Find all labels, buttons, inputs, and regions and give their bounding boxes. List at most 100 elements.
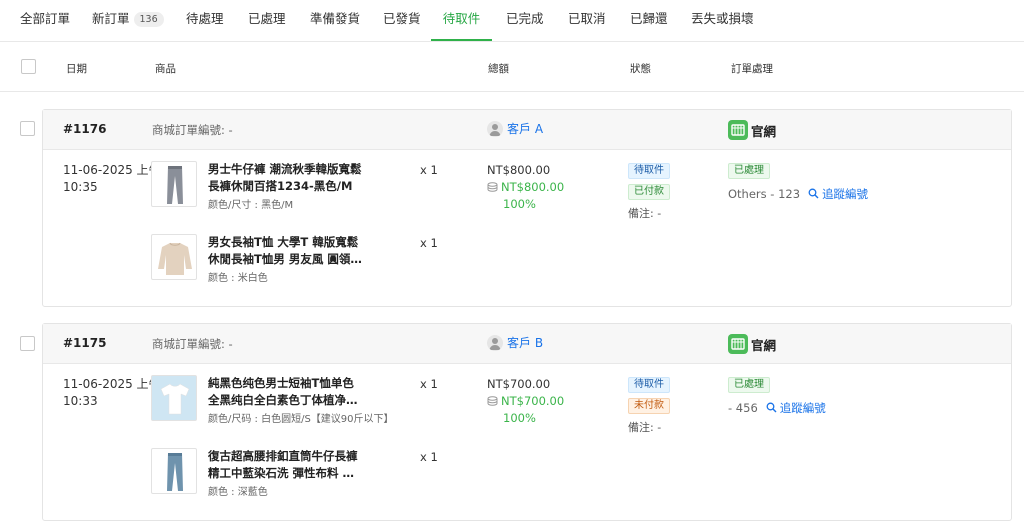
- tab-completed[interactable]: 已完成: [506, 0, 544, 41]
- column-header-status: 狀態: [630, 63, 651, 75]
- shipping-info: - 456 追蹤編號: [728, 400, 826, 416]
- coin-stack-icon: [487, 396, 498, 406]
- coin-stack-icon: [487, 182, 498, 192]
- tab-label: 全部訂單: [20, 11, 71, 26]
- track-number-label: 追蹤編號: [779, 401, 826, 415]
- store-icon: [728, 120, 748, 140]
- shop-channel: 官網: [728, 334, 776, 354]
- product-name[interactable]: 男女長袖T恤 大學T 韓版寬鬆 休閒長袖T恤男 男友風 圓領…: [208, 234, 378, 268]
- order-total: NT$700.00: [487, 377, 551, 391]
- order-note: 備注: -: [628, 421, 662, 434]
- product-quantity: x 1: [420, 450, 438, 464]
- product-thumbnail-blue-jeans[interactable]: [151, 448, 197, 494]
- tab-preparing-shipment[interactable]: 準備發貨: [310, 0, 360, 41]
- column-header-product: 商品: [155, 63, 176, 75]
- order-card: #1176 商城訂單編號: - 客戶 A 官網 11-06-2025 上午 10…: [42, 109, 1012, 307]
- product-name-line1: 男士牛仔褲 潮流秋季韓版寬鬆: [208, 162, 362, 176]
- product-quantity: x 1: [420, 163, 438, 177]
- product-name[interactable]: 復古超高腰排釦直筒牛仔長褲 精工中藍染石洗 彈性布料 …: [208, 448, 378, 482]
- order-card: #1175 商城訂單編號: - 客戶 B 官網 11-06-2025 上午 10…: [42, 323, 1012, 521]
- product-name-line1: 純黑色纯色男士短袖T恤单色: [208, 376, 354, 390]
- shipping-info: Others - 123 追蹤編號: [728, 186, 868, 202]
- mall-order-number: 商城訂單編號: -: [152, 123, 233, 137]
- track-number-link[interactable]: 追蹤編號: [766, 401, 826, 415]
- paid-amount: NT$700.00: [487, 393, 564, 410]
- tab-processed[interactable]: 已處理: [248, 0, 286, 41]
- paid-amount-value: NT$800.00: [501, 180, 565, 194]
- tab-label: 準備發貨: [310, 11, 361, 26]
- tab-cancelled[interactable]: 已取消: [568, 0, 606, 41]
- new-orders-count-badge: 136: [133, 12, 164, 27]
- product-variant: 颜色/尺码 : 白色圆短/S【建议90斤以下】: [208, 414, 394, 425]
- customer-name: 客戶 B: [507, 336, 544, 350]
- status-badge-pickup: 待取件: [628, 377, 670, 393]
- order-total: NT$800.00: [487, 163, 551, 177]
- tab-label: 已發貨: [383, 11, 421, 26]
- product-name[interactable]: 男士牛仔褲 潮流秋季韓版寬鬆 長褲休閒百搭1234-黑色/M: [208, 161, 378, 195]
- order-number[interactable]: #1176: [63, 122, 106, 136]
- order-note: 備注: -: [628, 207, 662, 220]
- tab-label: 已取消: [568, 11, 606, 26]
- track-number-label: 追蹤編號: [822, 187, 869, 201]
- search-icon: [808, 188, 819, 199]
- status-badge-pickup: 待取件: [628, 163, 670, 179]
- product-variant: 颜色/尺寸 : 黑色/M: [208, 200, 294, 211]
- tab-shipped[interactable]: 已發貨: [383, 0, 421, 41]
- order-date: 11-06-2025 上午 10:35: [63, 162, 161, 196]
- status-badge-payment: 未付款: [628, 398, 670, 414]
- tab-label: 待取件: [442, 11, 481, 26]
- product-name-line1: 男女長袖T恤 大學T 韓版寬鬆: [208, 235, 359, 249]
- select-all-checkbox[interactable]: [21, 59, 36, 74]
- tab-label: 已完成: [506, 11, 544, 26]
- product-thumbnail-beige-sweater[interactable]: [151, 234, 197, 280]
- order-amount: NT$700.00 NT$700.00 100%: [487, 376, 564, 427]
- paid-percent: 100%: [503, 197, 536, 211]
- customer-link[interactable]: 客戶 A: [487, 120, 543, 138]
- paid-amount: NT$800.00: [487, 179, 564, 196]
- handled-badge: 已處理: [728, 163, 770, 179]
- product-thumbnail-white-tshirt[interactable]: [151, 375, 197, 421]
- order-date-time: 10:33: [63, 394, 98, 408]
- tab-new-orders[interactable]: 新訂單 136: [92, 0, 164, 41]
- shipping-carrier: - 456: [728, 401, 758, 415]
- tab-pending[interactable]: 待處理: [186, 0, 224, 41]
- product-variant: 颜色 : 深藍色: [208, 487, 268, 498]
- order-number[interactable]: #1175: [63, 336, 106, 350]
- product-name-line2: 全黑纯白全白素色丁体植净…: [208, 393, 358, 407]
- tab-label: 已處理: [248, 11, 286, 26]
- column-header-date: 日期: [66, 63, 87, 75]
- tab-label: 新訂單: [92, 11, 130, 26]
- product-quantity: x 1: [420, 377, 438, 391]
- product-variant: 颜色 : 米白色: [208, 273, 268, 284]
- shop-name: 官網: [751, 123, 777, 139]
- tab-awaiting-pickup[interactable]: 待取件: [431, 0, 492, 41]
- product-name[interactable]: 純黑色纯色男士短袖T恤单色 全黑纯白全白素色丁体植净…: [208, 375, 378, 409]
- search-icon: [766, 402, 777, 413]
- tab-returned[interactable]: 已歸還: [630, 0, 668, 41]
- customer-name: 客戶 A: [507, 122, 544, 136]
- status-badge-payment: 已付款: [628, 184, 670, 200]
- product-quantity: x 1: [420, 236, 438, 250]
- order-status-tabs: 全部訂單 新訂單 136 待處理 已處理 準備發貨 已發貨 待取件 已完成 已取消…: [0, 0, 1024, 42]
- order-date-time: 10:35: [63, 180, 98, 194]
- product-name-line2: 長褲休閒百搭1234-黑色/M: [208, 179, 353, 193]
- user-avatar-icon: [487, 120, 503, 137]
- tab-lost-or-damaged[interactable]: 丟失或損壞: [691, 0, 754, 41]
- mall-order-number: 商城訂單編號: -: [152, 337, 233, 351]
- product-name-line1: 復古超高腰排釦直筒牛仔長褲: [208, 449, 358, 463]
- table-header: 日期 商品 總額 狀態 訂單處理: [0, 42, 1024, 92]
- tab-all-orders[interactable]: 全部訂單: [20, 0, 70, 41]
- store-icon: [728, 334, 748, 354]
- customer-link[interactable]: 客戶 B: [487, 334, 543, 352]
- product-name-line2: 精工中藍染石洗 彈性布料 …: [208, 466, 355, 480]
- tab-label: 丟失或損壞: [691, 11, 754, 26]
- column-header-handling: 訂單處理: [731, 63, 773, 75]
- shop-name: 官網: [751, 337, 777, 353]
- shipping-carrier: Others - 123: [728, 187, 801, 201]
- user-avatar-icon: [487, 334, 503, 351]
- track-number-link[interactable]: 追蹤編號: [808, 187, 868, 201]
- order-select-checkbox[interactable]: [20, 121, 35, 136]
- order-date-day: 11-06-2025 上午: [63, 377, 161, 391]
- order-select-checkbox[interactable]: [20, 336, 35, 351]
- product-thumbnail-grey-jeans[interactable]: [151, 161, 197, 207]
